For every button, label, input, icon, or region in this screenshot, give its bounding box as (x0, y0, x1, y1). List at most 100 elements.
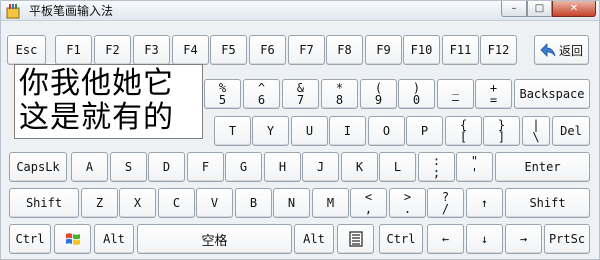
key-j[interactable]: J (302, 152, 339, 182)
key-8-main: 8 (335, 93, 344, 107)
ime-window: 平板笔画输入法 – □ ✕ Esc F1 F2 F3 F4 F5 F6 F7 F… (0, 0, 600, 260)
key-b[interactable]: B (235, 188, 272, 218)
key-open-bracket-main: [ (459, 130, 468, 144)
context-menu-icon (348, 231, 363, 247)
key-capslock[interactable]: CapsLk (9, 152, 67, 182)
key-t[interactable]: T (214, 116, 251, 146)
key-arrow-down[interactable]: ↓ (466, 224, 503, 254)
key-semicolon-main: ; (432, 166, 441, 180)
app-icon (6, 4, 20, 19)
key-period-main: . (403, 202, 412, 216)
key-k[interactable]: K (341, 152, 378, 182)
windows-logo-icon (65, 233, 80, 245)
key-f10[interactable]: F10 (403, 35, 440, 65)
candidate-row-2[interactable]: 这是就有的 (19, 101, 174, 135)
key-slash[interactable]: ? / (427, 188, 464, 218)
key-backslash-main: \ (532, 130, 540, 144)
key-comma-main: , (364, 202, 373, 216)
key-prtsc[interactable]: PrtSc (544, 224, 590, 254)
key-7-main: 7 (296, 93, 305, 107)
key-slash-main: / (441, 202, 450, 216)
key-5[interactable]: % 5 (204, 79, 241, 109)
key-equals-main: = (489, 93, 498, 107)
key-period[interactable]: >. (389, 188, 426, 218)
back-button[interactable]: 返回 (534, 35, 589, 65)
key-f1[interactable]: F1 (55, 35, 92, 65)
key-alt-right[interactable]: Alt (294, 224, 334, 254)
key-minus-main: — (451, 93, 460, 107)
key-semicolon[interactable]: :; (418, 152, 455, 182)
key-backspace[interactable]: Backspace (514, 79, 590, 109)
key-g[interactable]: G (225, 152, 262, 182)
key-quote-main: ' (470, 166, 479, 180)
key-f9[interactable]: F9 (365, 35, 402, 65)
key-i[interactable]: I (329, 116, 366, 146)
key-d[interactable]: D (148, 152, 185, 182)
minimize-button[interactable]: – (501, 1, 527, 17)
key-arrow-left[interactable]: ← (427, 224, 464, 254)
back-arrow-icon (540, 43, 556, 57)
key-equals[interactable]: + = (475, 79, 512, 109)
candidate-row-1[interactable]: 你我他她它 (19, 67, 174, 101)
window-title: 平板笔画输入法 (29, 4, 114, 18)
key-m[interactable]: M (312, 188, 349, 218)
key-quote[interactable]: " ' (456, 152, 493, 182)
key-f11[interactable]: F11 (442, 35, 479, 65)
key-f5[interactable]: F5 (210, 35, 247, 65)
candidate-panel: 你我他她它 这是就有的 (14, 64, 203, 139)
key-c[interactable]: C (158, 188, 195, 218)
key-s[interactable]: S (110, 152, 147, 182)
key-enter[interactable]: Enter (495, 152, 590, 182)
key-del[interactable]: Del (552, 116, 590, 146)
key-close-bracket-main: ] (497, 130, 506, 144)
key-f8[interactable]: F8 (326, 35, 363, 65)
key-7[interactable]: & 7 (282, 79, 319, 109)
key-arrow-right[interactable]: → (505, 224, 542, 254)
key-shift-left[interactable]: Shift (9, 188, 79, 218)
key-alt-left[interactable]: Alt (94, 224, 134, 254)
key-6-main: 6 (257, 93, 266, 107)
key-menu[interactable] (337, 224, 374, 254)
key-0[interactable]: ) 0 (398, 79, 435, 109)
key-space[interactable]: 空格 (137, 224, 292, 254)
key-5-main: 5 (218, 93, 227, 107)
key-ctrl-right[interactable]: Ctrl (379, 224, 423, 254)
key-close-bracket[interactable]: }] (483, 116, 520, 146)
key-x[interactable]: X (119, 188, 156, 218)
key-f2[interactable]: F2 (94, 35, 131, 65)
key-z[interactable]: Z (81, 188, 118, 218)
key-h[interactable]: H (264, 152, 301, 182)
title-bar[interactable]: 平板笔画输入法 – □ ✕ (1, 1, 599, 21)
key-esc[interactable]: Esc (7, 35, 46, 65)
key-o[interactable]: O (368, 116, 405, 146)
key-y[interactable]: Y (252, 116, 289, 146)
key-minus[interactable]: _ — (437, 79, 474, 109)
key-l[interactable]: L (379, 152, 416, 182)
key-open-bracket[interactable]: {[ (445, 116, 482, 146)
key-n[interactable]: N (273, 188, 310, 218)
key-9-main: 9 (374, 93, 383, 107)
back-label: 返回 (558, 43, 583, 58)
close-button[interactable]: ✕ (552, 1, 596, 17)
key-f12[interactable]: F12 (480, 35, 517, 65)
key-0-main: 0 (412, 93, 421, 107)
maximize-button[interactable]: □ (527, 1, 552, 17)
key-shift-right[interactable]: Shift (505, 188, 590, 218)
key-6[interactable]: ^ 6 (243, 79, 280, 109)
key-ctrl-left[interactable]: Ctrl (9, 224, 51, 254)
key-f[interactable]: F (187, 152, 224, 182)
key-comma[interactable]: <, (350, 188, 387, 218)
key-v[interactable]: V (196, 188, 233, 218)
key-a[interactable]: A (71, 152, 108, 182)
key-f7[interactable]: F7 (288, 35, 325, 65)
key-windows[interactable] (54, 224, 91, 254)
key-8[interactable]: * 8 (321, 79, 358, 109)
key-p[interactable]: P (406, 116, 443, 146)
key-arrow-up[interactable]: ↑ (466, 188, 503, 218)
key-u[interactable]: U (291, 116, 328, 146)
key-f4[interactable]: F4 (172, 35, 209, 65)
key-f3[interactable]: F3 (133, 35, 170, 65)
key-f6[interactable]: F6 (249, 35, 286, 65)
key-backslash[interactable]: | \ (522, 116, 550, 146)
key-9[interactable]: (9 (360, 79, 397, 109)
